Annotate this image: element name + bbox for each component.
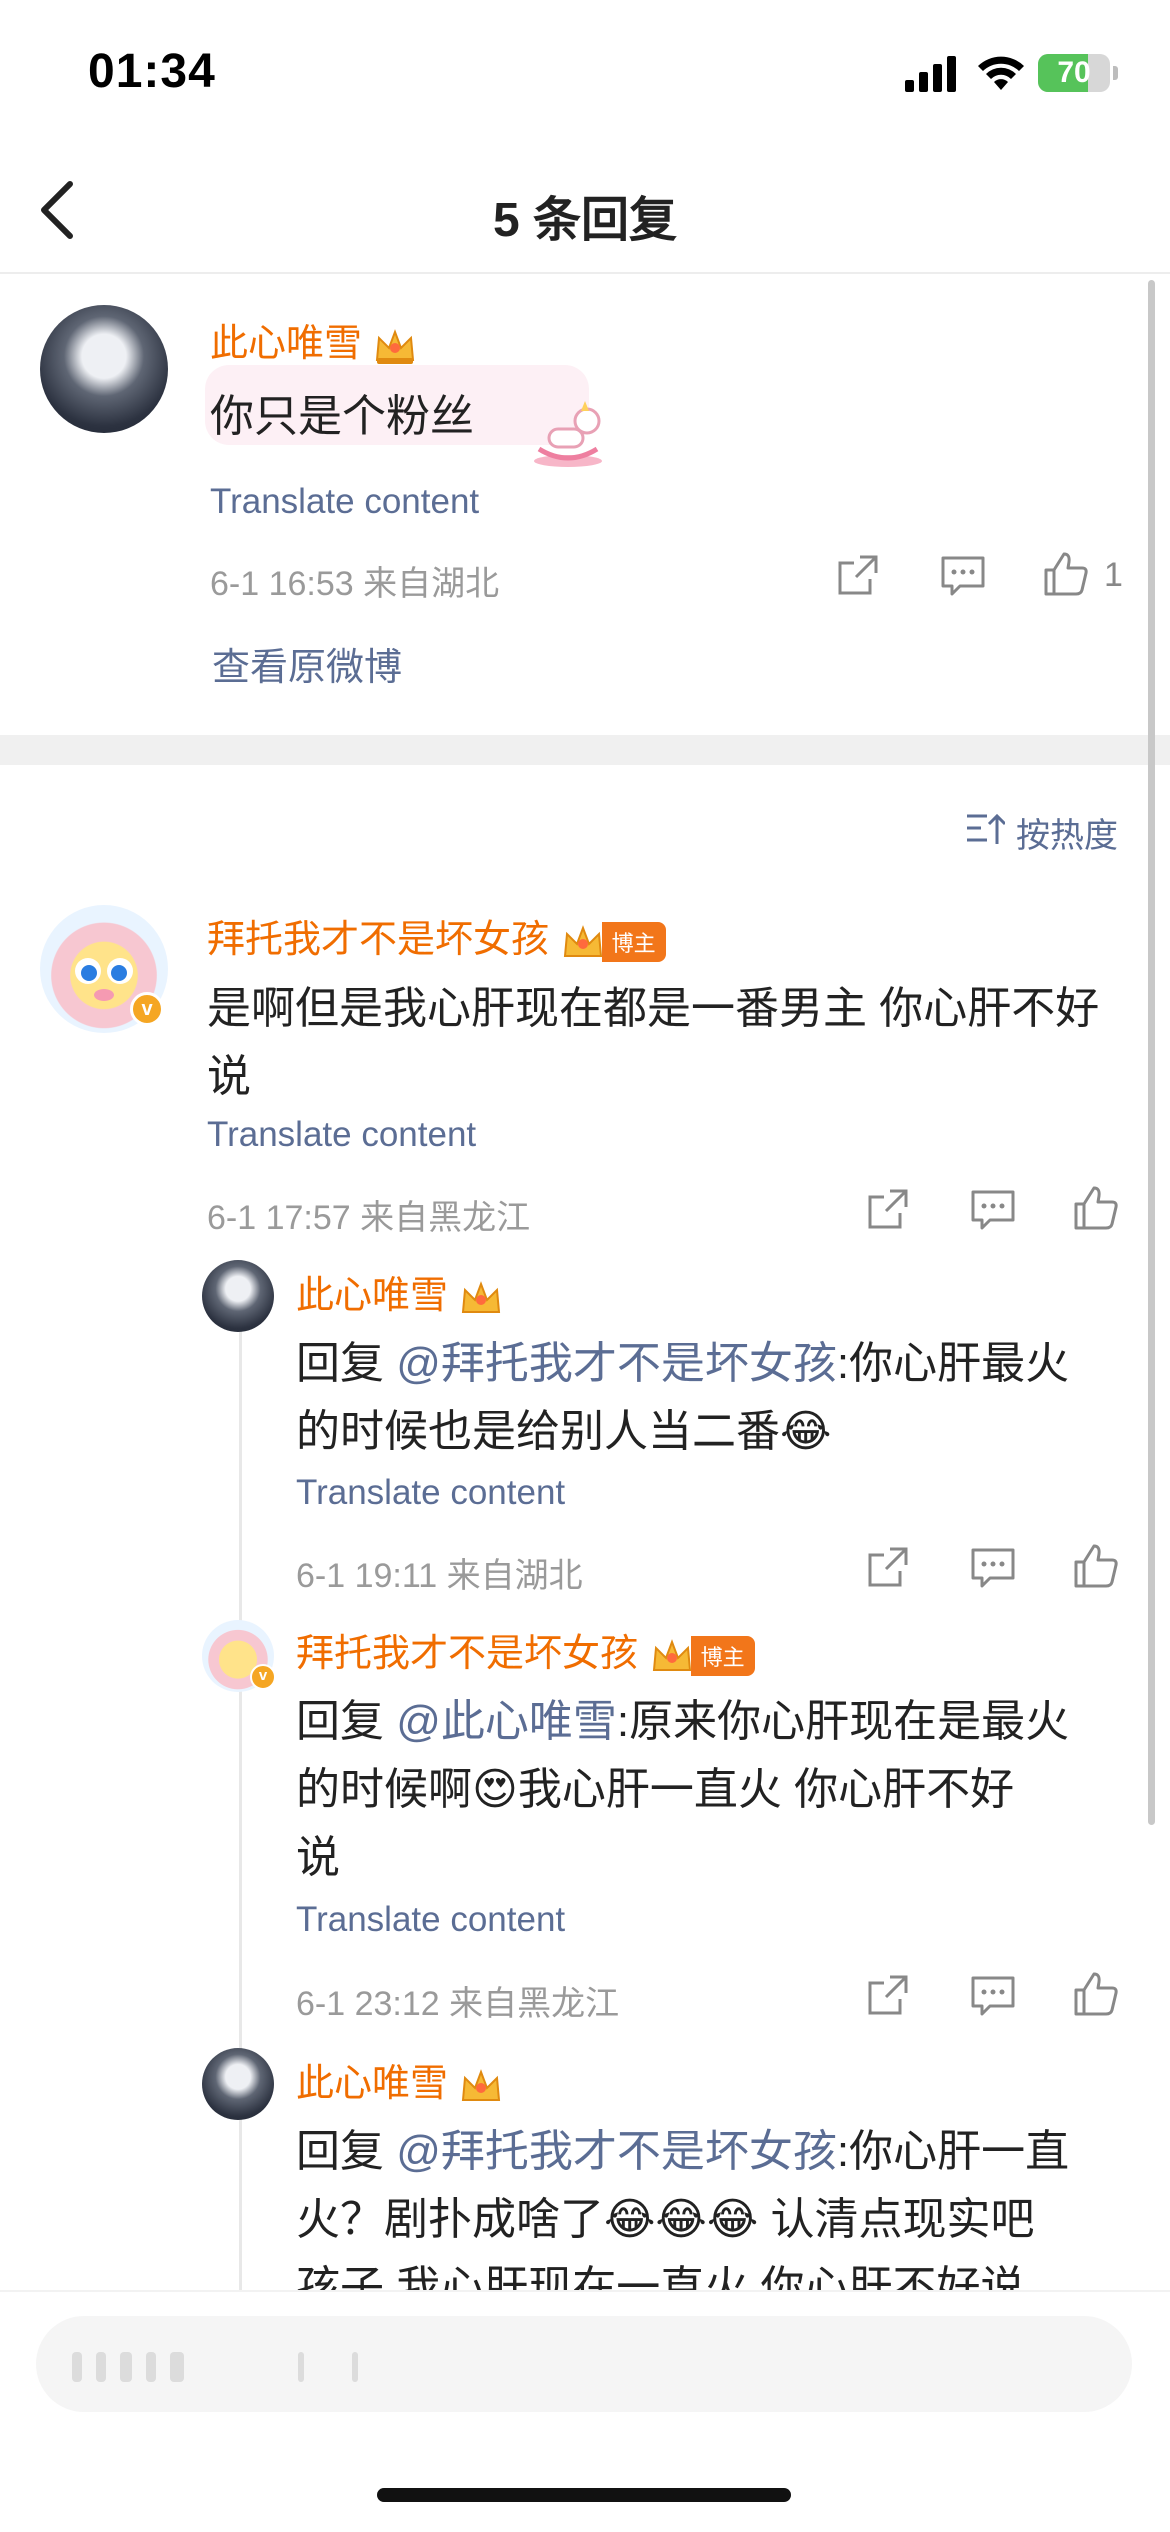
share-icon[interactable] [836,553,880,597]
comment-text: 回复 @此心唯雪:原来你心肝现在是最火 的时候啊😍我心肝一直火 你心肝不好 说 [296,1688,1126,1892]
comment-text-line: 回复 @此心唯雪:原来你心肝现在是最火 [296,1688,1126,1756]
comment-text-line: 的时候也是给别人当二番😂 [296,1398,1126,1466]
input-placeholder-blur [120,2352,132,2382]
input-placeholder-blur [352,2352,358,2382]
view-original-post-link[interactable]: 查看原微博 [212,636,402,691]
like-count: 1 [1104,556,1123,594]
comment-author[interactable]: 拜托我才不是坏女孩 博主 [207,908,666,963]
comment-text-segment: :原来你心肝现在是最火 [616,1697,1070,1746]
reply-prefix: 回复 [296,2127,397,2176]
author-name[interactable]: 此心唯雪 [210,323,362,365]
mention-link[interactable]: @拜托我才不是坏女孩 [396,1339,837,1388]
author-badge: 博主 [601,921,666,962]
sort-by-hot-button[interactable]: 按热度 [1016,808,1118,857]
thumbs-up-icon[interactable] [1042,550,1090,598]
mention-link[interactable]: @此心唯雪 [396,1697,617,1746]
comment-text: 是啊但是我心肝现在都是一番男主 你心肝不好说 [207,984,1100,1101]
verified-badge-icon: v [250,1664,276,1690]
scrollbar[interactable] [1148,280,1155,1825]
comment-text-segment: 的时候也是给别人当二番 [296,1407,780,1456]
avatar[interactable] [202,1260,274,1332]
comment-meta: 6-1 19:11 来自湖北 [296,1557,583,1595]
input-placeholder-blur [72,2352,82,2382]
nav-bar: 5 条回复 [0,150,1170,274]
thumbs-up-icon[interactable] [1072,1184,1120,1232]
input-placeholder-blur [146,2352,156,2382]
comment-text: 你只是个粉丝 [210,392,474,441]
comment-author[interactable]: 此心唯雪 [210,312,417,367]
bottom-input-bar [0,2290,1170,2532]
mention-link[interactable]: @拜托我才不是坏女孩 [396,2127,837,2176]
comment-text-line: 回复 @拜托我才不是坏女孩:你心肝最火 [296,1330,1126,1398]
comment-meta: 6-1 17:57 来自黑龙江 [207,1199,531,1237]
comment-text-line: 火？剧扑成啥了😂😂😂 认清点现实吧 [296,2186,1126,2254]
heart-eyes-emoji-icon: 😍 [472,1765,518,1814]
comment-text-segment: :你心肝一直 [836,2127,1070,2176]
comment-author[interactable]: 此心唯雪 [296,2052,503,2107]
comment-text-segment: 火？剧扑成啥了 [296,2195,604,2244]
verified-badge-icon: v [130,992,164,1026]
reply-thread-line [239,1330,242,2290]
author-badge: 博主 [690,1635,755,1676]
comment-text-segment: 认清点现实吧 [758,2195,1035,2244]
comment-text-segment: :你心肝最火 [836,1339,1070,1388]
crown-icon [461,2069,500,2101]
laughing-emoji-icon: 😂 [780,1407,832,1456]
comment-text-line: 的时候啊😍我心肝一直火 你心肝不好 [296,1756,1126,1824]
comment-text-line: 说 [296,1833,340,1882]
comment-text-line: 回复 @拜托我才不是坏女孩:你心肝一直 [296,2118,1126,2186]
translate-link[interactable]: Translate content [296,1900,565,1940]
home-indicator [377,2488,791,2502]
reply-prefix: 回复 [296,1697,397,1746]
comment-text: 回复 @拜托我才不是坏女孩:你心肝最火 的时候也是给别人当二番😂 [296,1330,1126,1466]
crown-icon [375,329,414,364]
translate-link[interactable]: Translate content [207,1115,476,1155]
avatar[interactable] [40,305,168,433]
section-divider [0,735,1170,765]
author-name[interactable]: 拜托我才不是坏女孩 [207,919,549,961]
crown-icon [461,1281,500,1313]
avatar[interactable] [202,2048,274,2120]
comment-icon[interactable] [970,1547,1016,1589]
comment-icon[interactable] [970,1189,1016,1231]
battery-cap [1113,66,1118,80]
input-placeholder-blur [96,2352,106,2382]
thumbs-up-icon[interactable] [1072,1542,1120,1590]
rocking-horse-icon [534,401,602,467]
page: 01:34 70 5 条回复 此心唯雪 你只是个粉丝 Translate con… [0,0,1170,2532]
crown-icon [563,925,602,957]
comment-text-segment: 的时候啊 [296,1765,472,1814]
cellular-signal-icon [905,56,956,92]
reply-prefix: 回复 [296,1339,397,1388]
thumbs-up-icon[interactable] [1072,1970,1120,2018]
battery-indicator: 70 [1038,54,1110,92]
sort-icon[interactable] [965,812,1005,848]
comment-author[interactable]: 此心唯雪 [296,1264,503,1319]
page-title: 5 条回复 [492,194,678,247]
input-placeholder-blur [298,2352,304,2382]
translate-link[interactable]: Translate content [210,482,479,522]
input-placeholder-blur [170,2352,184,2382]
comment-text-segment: 我心肝一直火 你心肝不好 [517,1765,1015,1814]
comment-meta: 6-1 16:53 来自湖北 [210,565,500,603]
battery-percent: 70 [1057,56,1091,89]
wifi-icon [978,56,1024,90]
comment-icon[interactable] [940,555,986,597]
author-name[interactable]: 拜托我才不是坏女孩 [296,1633,638,1675]
crown-icon [652,1639,691,1671]
share-icon[interactable] [866,1187,910,1231]
reply-input[interactable] [36,2316,1132,2412]
author-name[interactable]: 此心唯雪 [296,2063,448,2105]
laughing-emoji-icon: 😂😂😂 [604,2195,759,2244]
comment-icon[interactable] [970,1975,1016,2017]
share-icon[interactable] [866,1545,910,1589]
share-icon[interactable] [866,1973,910,2017]
translate-link[interactable]: Translate content [296,1473,565,1513]
status-time: 01:34 [88,45,216,98]
comment-author[interactable]: 拜托我才不是坏女孩 博主 [296,1622,755,1677]
author-name[interactable]: 此心唯雪 [296,1275,448,1317]
status-bar: 01:34 70 [0,0,1170,150]
comment-meta: 6-1 23:12 来自黑龙江 [296,1985,620,2023]
